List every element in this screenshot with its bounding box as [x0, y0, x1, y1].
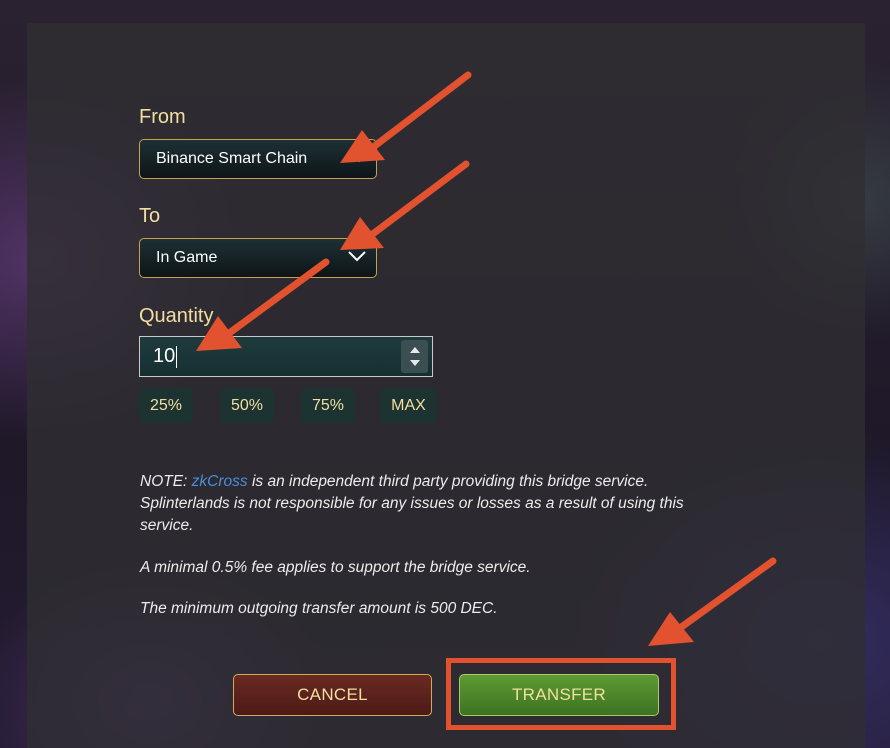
spin-down-icon[interactable] — [410, 360, 420, 366]
to-label: To — [139, 205, 161, 227]
zkcross-link[interactable]: zkCross — [192, 473, 248, 490]
chevron-down-icon — [348, 249, 366, 267]
percent-75-button[interactable]: 75% — [301, 388, 355, 423]
minimum-note: The minimum outgoing transfer amount is … — [140, 600, 498, 617]
quantity-value: 10 — [153, 345, 176, 367]
quantity-input[interactable]: 10 — [139, 336, 433, 377]
cancel-button[interactable]: CANCEL — [233, 674, 432, 716]
to-destination-select[interactable]: In Game — [139, 238, 377, 278]
fee-note: A minimal 0.5% fee applies to support th… — [140, 559, 531, 576]
from-chain-select[interactable]: Binance Smart Chain — [139, 139, 377, 179]
bridge-dialog — [27, 23, 865, 748]
percent-25-button[interactable]: 25% — [139, 388, 193, 423]
from-chain-value: Binance Smart Chain — [156, 150, 308, 167]
text-cursor — [176, 345, 178, 368]
quantity-label: Quantity — [139, 305, 214, 327]
from-label: From — [139, 106, 186, 128]
transfer-highlight-box — [446, 658, 676, 730]
note-prefix: NOTE: — [140, 473, 192, 490]
bridge-disclaimer: NOTE: zkCross is an independent third pa… — [140, 471, 740, 537]
max-button[interactable]: MAX — [380, 388, 437, 423]
to-destination-value: In Game — [156, 249, 218, 266]
quantity-stepper[interactable] — [401, 340, 428, 373]
percent-50-button[interactable]: 50% — [220, 388, 274, 423]
spin-up-icon[interactable] — [410, 347, 420, 353]
chevron-down-icon — [352, 150, 366, 168]
